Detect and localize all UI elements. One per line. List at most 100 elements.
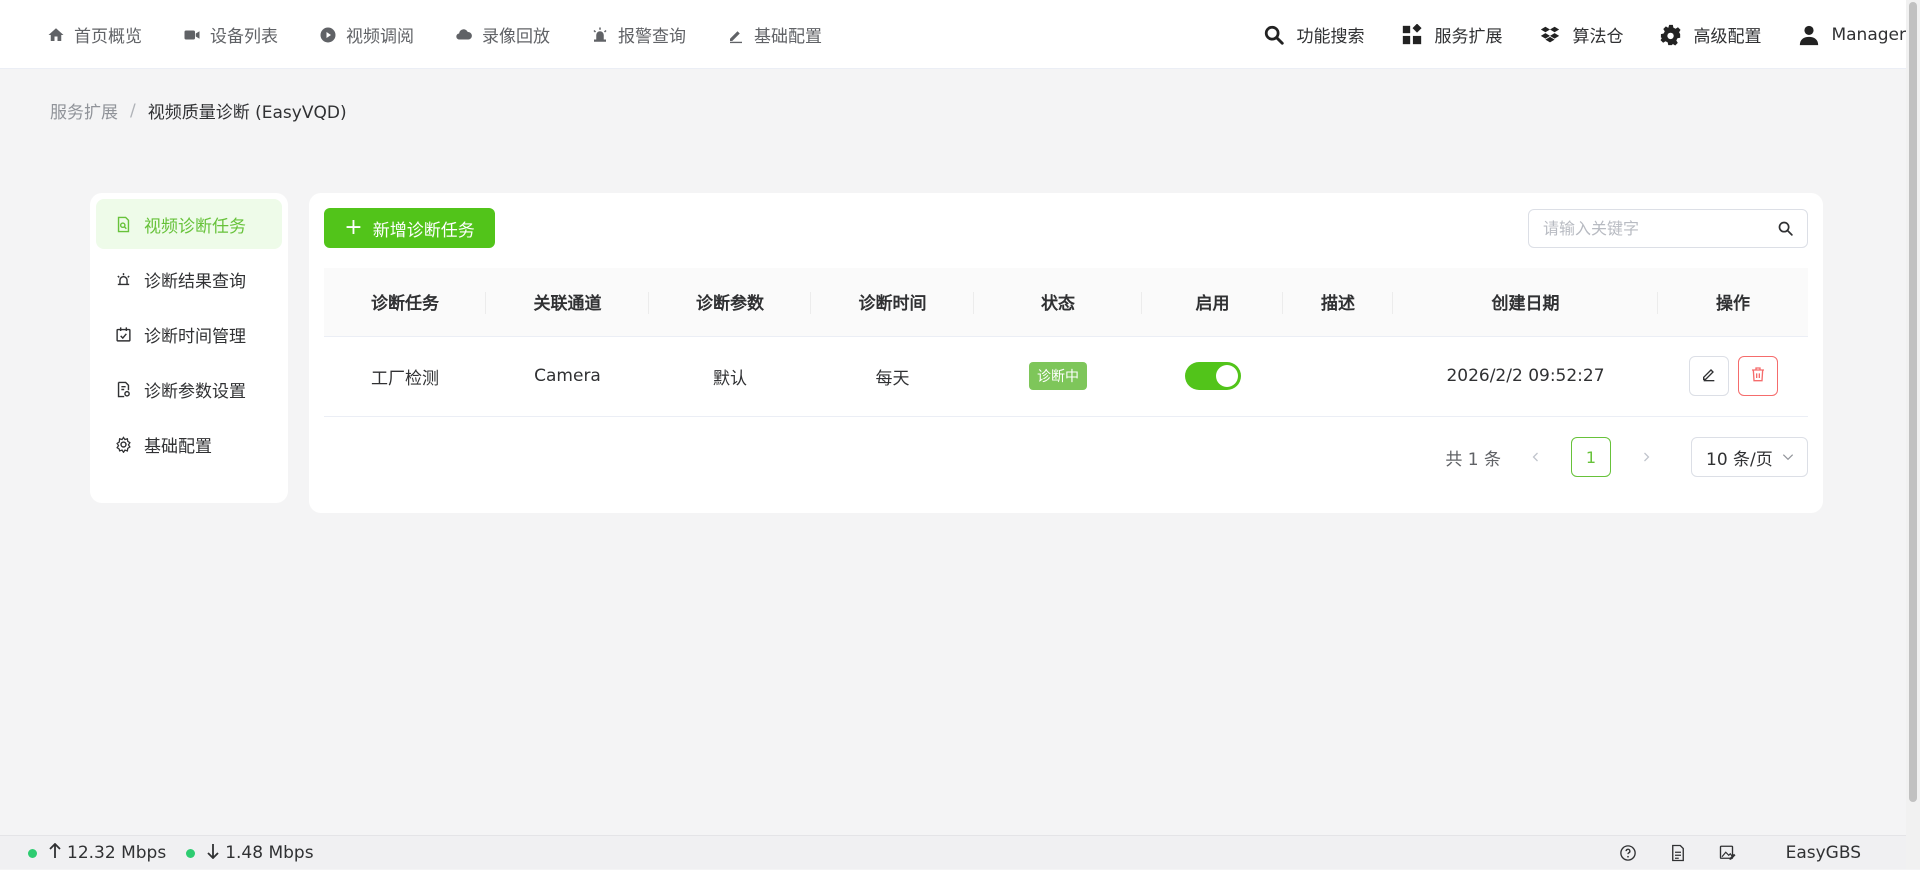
nav-item-algorithm[interactable]: 算法仓 (1538, 22, 1623, 47)
nav-item-devices[interactable]: 设备列表 (182, 22, 278, 47)
vertical-scrollbar[interactable] (1906, 0, 1920, 869)
download-rate: 1.48 Mbps (206, 843, 314, 864)
page-number-current[interactable]: 1 (1571, 437, 1611, 477)
dropbox-icon (1538, 23, 1562, 47)
home-icon (46, 25, 66, 45)
sidebar-item-params[interactable]: 诊断参数设置 (96, 364, 282, 414)
sidebar-item-label: 诊断时间管理 (144, 326, 246, 347)
cell-params: 默认 (649, 336, 811, 417)
nav-label: 算法仓 (1572, 27, 1624, 47)
top-navbar: 首页概览 设备列表 视频调阅 录像回放 报警查询 基础配置 功能搜索 服务扩展 … (0, 0, 1906, 69)
edit-button[interactable] (1688, 356, 1729, 396)
play-circle-icon (318, 25, 338, 45)
sidebar-item-results[interactable]: 诊断结果查询 (96, 254, 282, 304)
help-icon[interactable] (1618, 843, 1638, 863)
nav-item-config[interactable]: 基础配置 (726, 22, 822, 47)
pagination: 共 1 条 1 10 条/页 (1445, 437, 1808, 477)
nav-item-home[interactable]: 首页概览 (46, 22, 142, 47)
search-input[interactable] (1529, 210, 1759, 247)
cell-actions (1658, 336, 1808, 417)
gear-icon (114, 435, 132, 453)
nav-label: 高级配置 (1693, 27, 1762, 47)
column-header: 操作 (1658, 268, 1808, 337)
pencil-icon (726, 25, 746, 45)
sidebar-item-schedule[interactable]: 诊断时间管理 (96, 309, 282, 359)
cell-enabled (1142, 336, 1283, 417)
page-size-select[interactable]: 10 条/页 (1691, 437, 1808, 477)
add-task-button[interactable]: + 新增诊断任务 (324, 208, 495, 248)
cell-status: 诊断中 (974, 336, 1142, 417)
enable-toggle[interactable] (1184, 362, 1241, 390)
nav-label: 功能搜索 (1296, 27, 1365, 47)
calendar-check-icon (114, 325, 132, 343)
delete-button[interactable] (1737, 356, 1778, 396)
prev-page-button[interactable] (1521, 437, 1551, 477)
chevron-left-icon (1532, 452, 1538, 462)
doc-settings-icon (114, 380, 132, 398)
status-bar: 12.32 Mbps 1.48 Mbps EasyGBS (0, 835, 1906, 869)
alarm-icon (590, 25, 610, 45)
main-nav: 首页概览 设备列表 视频调阅 录像回放 报警查询 基础配置 (46, 0, 862, 69)
chevron-right-icon (1644, 452, 1650, 462)
utility-nav: 功能搜索 服务扩展 算法仓 高级配置 Manager (1226, 0, 1906, 69)
cloud-icon (454, 25, 474, 45)
search-icon (1262, 23, 1286, 47)
scrollbar-thumb[interactable] (1909, 2, 1917, 802)
statusbar-tools: EasyGBS (1618, 836, 1861, 870)
nav-item-advanced[interactable]: 高级配置 (1659, 22, 1761, 47)
nav-label: 视频调阅 (346, 27, 414, 47)
sidebar: 视频诊断任务 诊断结果查询 诊断时间管理 诊断参数设置 基础配置 (90, 193, 288, 503)
brand-name: EasyGBS (1785, 843, 1861, 863)
table-row: 工厂检测 Camera 默认 每天 诊断中 2026/2/2 09:52:27 (324, 336, 1808, 417)
apps-icon (1400, 23, 1424, 47)
column-header: 创建日期 (1393, 268, 1658, 337)
user-icon (1797, 23, 1821, 47)
nav-item-playback[interactable]: 录像回放 (454, 22, 550, 47)
plus-icon: + (344, 215, 363, 240)
add-task-label: 新增诊断任务 (372, 220, 475, 241)
upload-status-dot (28, 848, 37, 858)
sidebar-item-tasks[interactable]: 视频诊断任务 (96, 199, 282, 249)
column-header: 诊断参数 (649, 268, 811, 337)
nav-item-video[interactable]: 视频调阅 (318, 22, 414, 47)
column-header: 诊断时间 (811, 268, 974, 337)
user-menu[interactable]: Manager (1797, 23, 1906, 47)
nav-label: 录像回放 (482, 27, 550, 47)
column-header: 启用 (1142, 268, 1283, 337)
cell-task: 工厂检测 (324, 336, 486, 417)
next-page-button[interactable] (1631, 437, 1661, 477)
page-size-value: 10 条/页 (1706, 449, 1773, 470)
breadcrumb-current: 视频质量诊断 (EasyVQD) (147, 103, 347, 123)
cell-description (1283, 336, 1393, 417)
upload-value: 12.32 Mbps (67, 843, 167, 863)
nav-item-search[interactable]: 功能搜索 (1262, 22, 1364, 47)
trash-icon (1750, 366, 1766, 387)
user-name: Manager (1831, 24, 1906, 45)
chevron-down-icon (1782, 454, 1794, 461)
status-badge: 诊断中 (1029, 362, 1087, 390)
toggle-knob (1215, 365, 1238, 387)
camera-icon (182, 25, 202, 45)
task-doc-icon (114, 215, 132, 233)
search-icon[interactable] (1777, 220, 1795, 238)
nav-label: 首页概览 (74, 27, 142, 47)
task-table: 诊断任务 关联通道 诊断参数 诊断时间 状态 启用 描述 创建日期 操作 工厂检… (324, 268, 1808, 417)
table-header-row: 诊断任务 关联通道 诊断参数 诊断时间 状态 启用 描述 创建日期 操作 (324, 268, 1808, 337)
download-status-dot (186, 848, 196, 858)
nav-label: 基础配置 (754, 27, 822, 47)
nav-item-alarm[interactable]: 报警查询 (590, 22, 686, 47)
column-header: 关联通道 (486, 268, 649, 337)
pagination-total: 共 1 条 (1445, 449, 1501, 470)
document-icon[interactable] (1668, 843, 1688, 863)
image-edit-icon[interactable] (1718, 843, 1738, 863)
nav-label: 服务扩展 (1434, 27, 1503, 47)
sidebar-item-label: 诊断结果查询 (144, 271, 246, 292)
edit-icon (1701, 366, 1717, 387)
sidebar-item-basic-config[interactable]: 基础配置 (96, 419, 282, 469)
breadcrumb-parent[interactable]: 服务扩展 (50, 98, 118, 123)
nav-item-service[interactable]: 服务扩展 (1400, 22, 1502, 47)
breadcrumb: 服务扩展 / 视频质量诊断 (EasyVQD) (50, 98, 347, 124)
cell-time: 每天 (811, 336, 974, 417)
nav-label: 报警查询 (618, 27, 686, 47)
download-value: 1.48 Mbps (225, 843, 314, 863)
